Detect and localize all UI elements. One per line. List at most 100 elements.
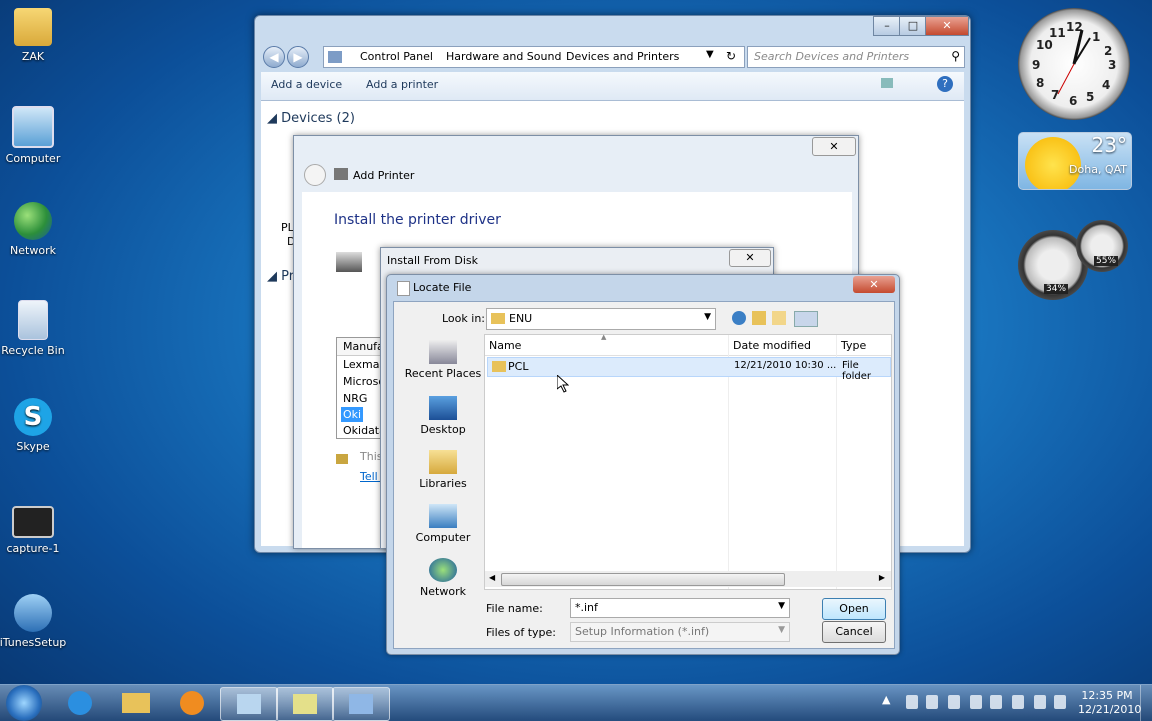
locate-file-dialog[interactable]: Locate File ✕ Look in: ENU ▼ Recent Plac… xyxy=(386,274,900,655)
tray-icon[interactable] xyxy=(906,695,918,709)
clock-area[interactable]: 12:35 PM 12/21/2010 xyxy=(1078,689,1141,717)
desktop-icon-network[interactable]: Network xyxy=(0,202,68,257)
chevron-down-icon[interactable]: ▼ xyxy=(778,625,785,635)
network-icon[interactable] xyxy=(1034,695,1046,709)
maximize-button[interactable]: □ xyxy=(899,16,927,36)
address-bar[interactable]: Control Panel Hardware and Sound Devices… xyxy=(323,46,745,68)
back-button[interactable]: ◀ xyxy=(263,46,285,68)
place-label: Libraries xyxy=(419,477,467,490)
horizontal-scrollbar[interactable]: ◀ ▶ xyxy=(485,571,891,587)
place-recent[interactable]: Recent Places xyxy=(398,340,488,380)
place-computer[interactable]: Computer xyxy=(398,504,488,544)
sticky-notes-icon xyxy=(293,694,317,714)
search-box[interactable]: Search Devices and Printers ⚲ xyxy=(747,46,965,68)
manufacturer-item[interactable]: Lexmark xyxy=(337,356,385,373)
file-icon xyxy=(397,281,410,296)
taskbar-internet-explorer[interactable] xyxy=(52,687,108,719)
desktop-icon-computer[interactable]: Computer xyxy=(0,106,68,165)
manufacturer-item-selected[interactable]: Oki xyxy=(341,407,363,422)
printer-icon xyxy=(334,168,348,180)
show-desktop-button[interactable] xyxy=(1140,685,1152,721)
manufacturer-item[interactable]: NRG xyxy=(337,390,385,407)
table-row[interactable]: PCL 12/21/2010 10:30 ... File folder xyxy=(487,357,891,382)
clock-gadget[interactable]: 12 1 2 3 4 5 6 7 8 9 10 11 xyxy=(1018,8,1130,120)
volume-icon[interactable] xyxy=(1054,695,1066,709)
taskbar-add-printer[interactable] xyxy=(332,687,390,721)
refresh-icon[interactable]: ↻ xyxy=(726,49,736,63)
tray-icon[interactable] xyxy=(1012,695,1024,709)
manufacturer-header[interactable]: Manufa xyxy=(337,338,385,356)
new-folder-icon[interactable] xyxy=(772,311,786,325)
clock-hands xyxy=(1057,29,1091,95)
column-header-date[interactable]: Date modified xyxy=(733,339,811,352)
forward-button[interactable]: ▶ xyxy=(287,46,309,68)
open-button[interactable]: Open xyxy=(822,598,886,620)
skype-icon: S xyxy=(14,398,52,436)
taskbar: ▲ 12:35 PM 12/21/2010 xyxy=(0,684,1152,721)
minimize-button[interactable]: – xyxy=(873,16,901,36)
back-arrow-icon[interactable] xyxy=(304,164,326,186)
place-label: Recent Places xyxy=(404,367,482,380)
breadcrumb-item[interactable]: Control Panel xyxy=(360,50,433,63)
file-name-field[interactable]: *.inf ▼ xyxy=(570,598,790,618)
desktop-icon-label: capture-1 xyxy=(6,542,60,555)
view-menu-icon[interactable] xyxy=(794,311,818,327)
manufacturer-item[interactable]: Microso xyxy=(337,373,385,390)
cancel-button[interactable]: Cancel xyxy=(822,621,886,643)
search-input[interactable]: Search Devices and Printers xyxy=(754,50,909,63)
breadcrumb-item[interactable]: Devices and Printers xyxy=(566,50,679,63)
scroll-left-icon[interactable]: ◀ xyxy=(489,573,495,582)
view-options-icon[interactable] xyxy=(881,78,893,88)
close-button[interactable]: ✕ xyxy=(853,276,895,293)
tray-icon[interactable] xyxy=(970,695,982,709)
desktop-icon-itunessetup[interactable]: iTunesSetup xyxy=(0,594,68,649)
scroll-thumb[interactable] xyxy=(501,573,785,586)
chevron-down-icon[interactable]: ▼ xyxy=(706,49,714,60)
scroll-right-icon[interactable]: ▶ xyxy=(879,573,885,582)
place-desktop[interactable]: Desktop xyxy=(398,396,488,436)
close-button[interactable]: ✕ xyxy=(812,137,856,156)
devices-group-header[interactable]: ◢ Devices (2) xyxy=(267,111,355,126)
folder-icon xyxy=(122,693,150,713)
column-header-name[interactable]: Name xyxy=(489,339,521,352)
taskbar-media-player[interactable] xyxy=(164,687,220,719)
action-center-flag-icon[interactable] xyxy=(990,695,1002,709)
up-folder-icon[interactable] xyxy=(752,311,766,325)
look-in-dropdown[interactable]: ENU ▼ xyxy=(486,308,716,330)
desktop-icon-zak[interactable]: ZAK xyxy=(0,8,68,63)
show-hidden-icons-icon[interactable]: ▲ xyxy=(882,693,890,706)
file-list[interactable]: Name ▲ Date modified Type PCL 12/21/2010… xyxy=(484,333,892,590)
files-of-type-dropdown[interactable]: Setup Information (*.inf) ▼ xyxy=(570,622,790,642)
manufacturer-item[interactable]: Okidata xyxy=(337,422,385,438)
close-button[interactable]: ✕ xyxy=(729,249,771,267)
search-icon[interactable]: ⚲ xyxy=(951,49,960,63)
files-of-type-label: Files of type: xyxy=(486,626,557,639)
taskbar-notes[interactable] xyxy=(276,687,334,721)
cpu-meter-gadget[interactable]: 34% 55% xyxy=(1018,220,1130,302)
manufacturer-list[interactable]: Manufa Lexmark Microso NRG Oki Okidata xyxy=(336,337,386,439)
place-libraries[interactable]: Libraries xyxy=(398,450,488,490)
chevron-down-icon[interactable]: ▼ xyxy=(778,601,785,611)
install-from-disk-title: Install From Disk xyxy=(387,254,478,267)
close-button[interactable]: ✕ xyxy=(925,16,969,36)
bluetooth-icon[interactable] xyxy=(948,695,960,709)
desktop-icon-label: Skype xyxy=(16,440,50,453)
ie-icon xyxy=(68,691,92,715)
help-icon[interactable]: ? xyxy=(937,76,953,92)
start-button[interactable] xyxy=(6,685,42,721)
chevron-down-icon[interactable]: ▼ xyxy=(704,312,711,322)
back-folder-icon[interactable] xyxy=(732,311,746,325)
taskbar-explorer[interactable] xyxy=(108,687,164,719)
weather-gadget[interactable]: 23° Doha, QAT xyxy=(1018,132,1132,190)
desktop-icon-recycle-bin[interactable]: Recycle Bin xyxy=(0,300,68,357)
add-printer-button[interactable]: Add a printer xyxy=(356,72,448,98)
breadcrumb-item[interactable]: Hardware and Sound xyxy=(446,50,561,63)
column-header-type[interactable]: Type xyxy=(841,339,866,352)
place-network[interactable]: Network xyxy=(398,558,488,598)
desktop-icon-capture[interactable]: capture-1 xyxy=(0,506,68,555)
desktop-icon-label: iTunesSetup xyxy=(0,636,67,649)
tray-icon[interactable] xyxy=(926,695,938,709)
taskbar-control-panel[interactable] xyxy=(220,687,278,721)
desktop-icon-skype[interactable]: S Skype xyxy=(0,398,68,453)
add-device-button[interactable]: Add a device xyxy=(261,72,352,98)
